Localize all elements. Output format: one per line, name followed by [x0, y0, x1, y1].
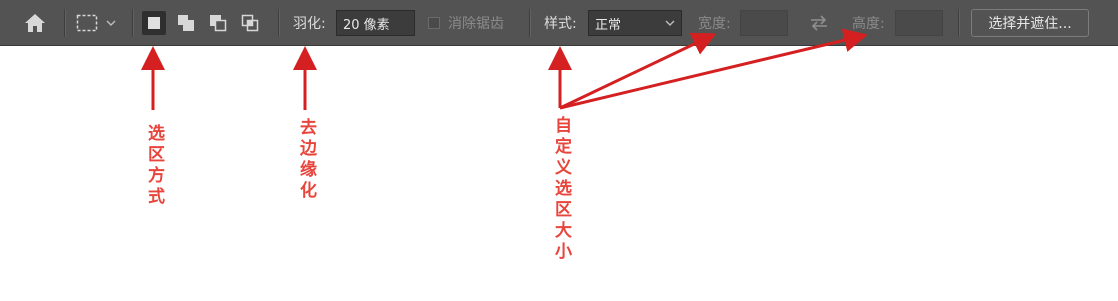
- annotation-selection-mode: 选区方式: [144, 124, 164, 208]
- annotation-custom-size: 自定义选区大小: [551, 116, 571, 263]
- arrow-height: [559, 28, 868, 110]
- arrow-width: [559, 32, 717, 110]
- annotation-feather: 去边缘化: [296, 118, 316, 202]
